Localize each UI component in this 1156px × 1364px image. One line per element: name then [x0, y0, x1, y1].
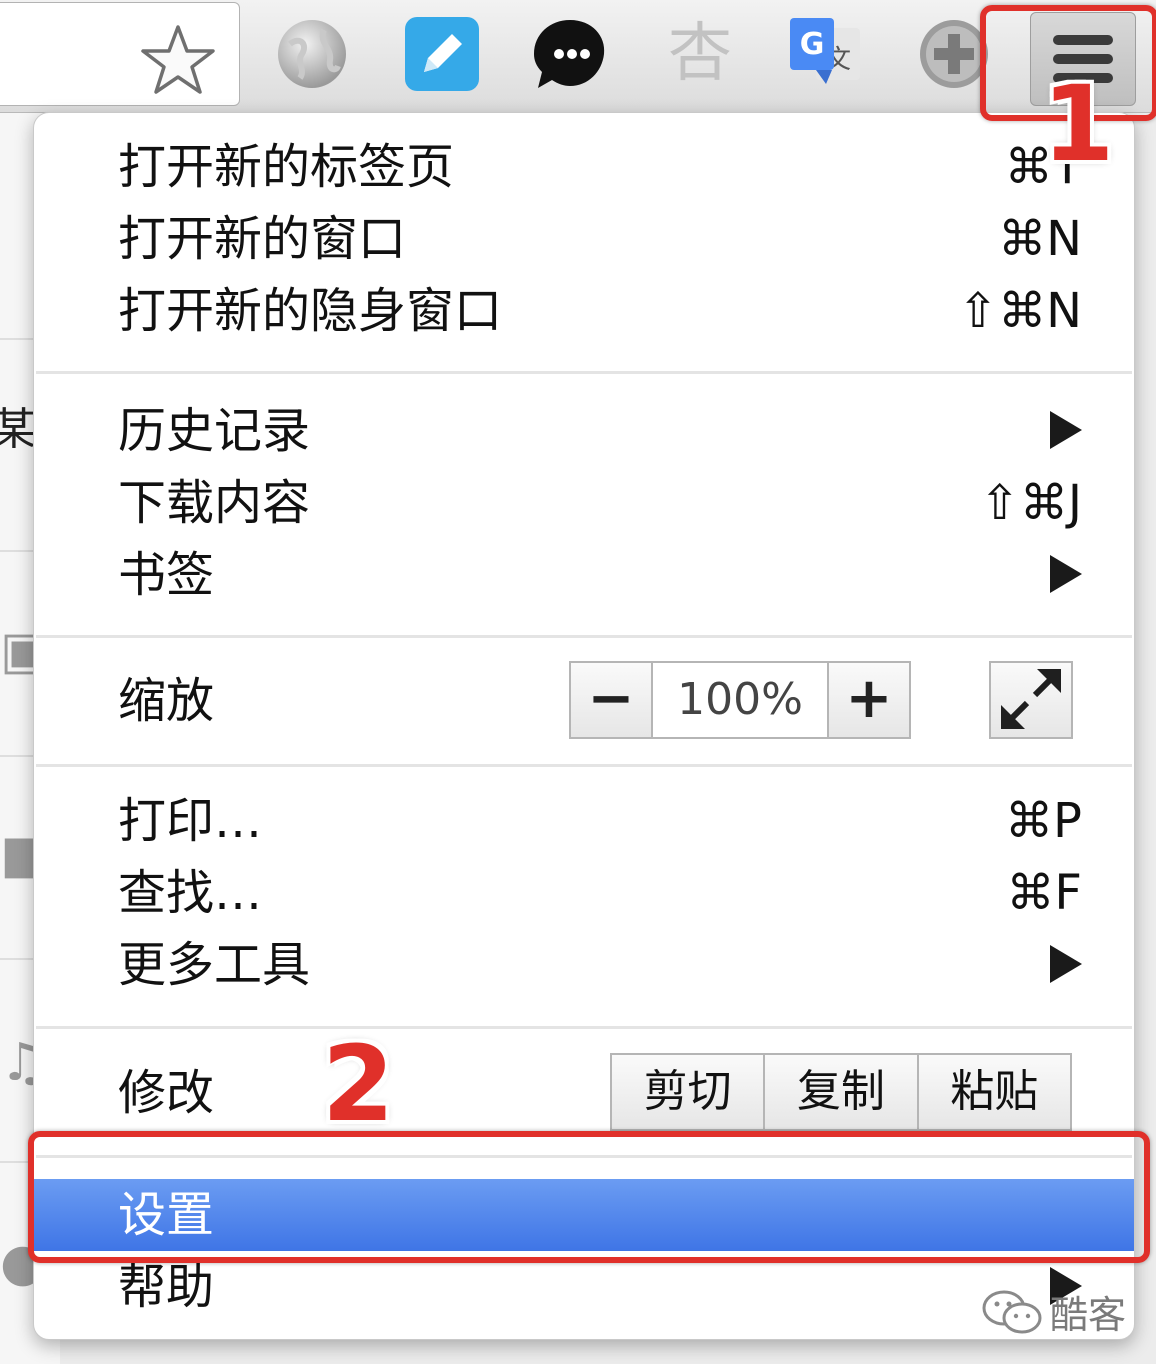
fullscreen-button[interactable]: [989, 661, 1073, 739]
edit-controls: 剪切 复制 粘贴: [610, 1053, 1072, 1131]
menu-item-label: 书签: [118, 547, 215, 603]
cut-button[interactable]: 剪切: [612, 1055, 763, 1129]
menu-item-label: 缩放: [118, 673, 215, 729]
menu-item-shortcut: ⌘P: [1005, 793, 1082, 849]
copy-button[interactable]: 复制: [763, 1055, 916, 1129]
menu-item-downloads[interactable]: 下载内容 ⇧⌘J: [34, 467, 1134, 539]
menu-item-label: 打开新的窗口: [118, 211, 407, 267]
menu-separator: [36, 371, 1132, 374]
xing-icon[interactable]: 杏: [660, 14, 740, 94]
translate-icon[interactable]: 文 G: [786, 14, 866, 94]
submenu-arrow-icon: [1050, 945, 1082, 983]
zoom-controls: − 100% +: [569, 661, 911, 739]
wechat-icon: [982, 1290, 1042, 1333]
menu-item-label: 查找…: [118, 865, 263, 921]
annotation-step-1: 1: [1042, 63, 1115, 185]
menu-item-new-tab[interactable]: 打开新的标签页 ⌘T: [34, 131, 1134, 203]
annotation-box-settings: [28, 1131, 1150, 1263]
watermark: 酷客: [980, 1284, 1126, 1339]
menu-item-shortcut: ⌘N: [998, 211, 1082, 267]
menu-item-print[interactable]: 打印… ⌘P: [34, 785, 1134, 857]
note-icon[interactable]: [402, 14, 482, 94]
globe-icon[interactable]: [272, 14, 352, 94]
menu-item-find[interactable]: 查找… ⌘F: [34, 857, 1134, 929]
paste-button[interactable]: 粘贴: [916, 1055, 1070, 1129]
menu-item-label: 更多工具: [118, 937, 311, 993]
menu-item-new-window[interactable]: 打开新的窗口 ⌘N: [34, 203, 1134, 275]
submenu-arrow-icon: [1050, 555, 1082, 593]
menu-item-label: 下载内容: [118, 475, 311, 531]
background-text: 某: [0, 404, 36, 455]
menu-separator: [36, 1026, 1132, 1029]
menu-item-history[interactable]: 历史记录: [34, 395, 1134, 467]
menu-item-label: 打开新的隐身窗口: [118, 283, 503, 339]
address-bar[interactable]: [0, 2, 240, 106]
fullscreen-icon: [1001, 669, 1061, 729]
watermark-text: 酷客: [1050, 1293, 1127, 1337]
menu-item-label: 打开新的标签页: [118, 139, 455, 195]
menu-item-shortcut: ⌘F: [1006, 865, 1082, 921]
menu-item-label: 修改: [118, 1065, 215, 1121]
menu-item-label: 打印…: [118, 793, 263, 849]
chat-icon[interactable]: [530, 14, 610, 94]
svg-text:G: G: [800, 27, 825, 62]
annotation-step-2: 2: [322, 1023, 395, 1145]
menu-item-shortcut: ⇧⌘J: [979, 475, 1082, 531]
menu-item-label: 历史记录: [118, 403, 311, 459]
zoom-in-button[interactable]: +: [829, 663, 909, 737]
menu-item-more-tools[interactable]: 更多工具: [34, 929, 1134, 1001]
menu-separator: [36, 635, 1132, 638]
bookmark-star-icon[interactable]: [139, 23, 217, 95]
menu-item-new-incognito-window[interactable]: 打开新的隐身窗口 ⇧⌘N: [34, 275, 1134, 347]
submenu-arrow-icon: [1050, 411, 1082, 449]
zoom-out-button[interactable]: −: [571, 663, 651, 737]
menu-item-shortcut: ⇧⌘N: [957, 283, 1082, 339]
menu-separator: [36, 764, 1132, 767]
menu-item-bookmarks[interactable]: 书签: [34, 539, 1134, 611]
zoom-level: 100%: [651, 663, 829, 737]
